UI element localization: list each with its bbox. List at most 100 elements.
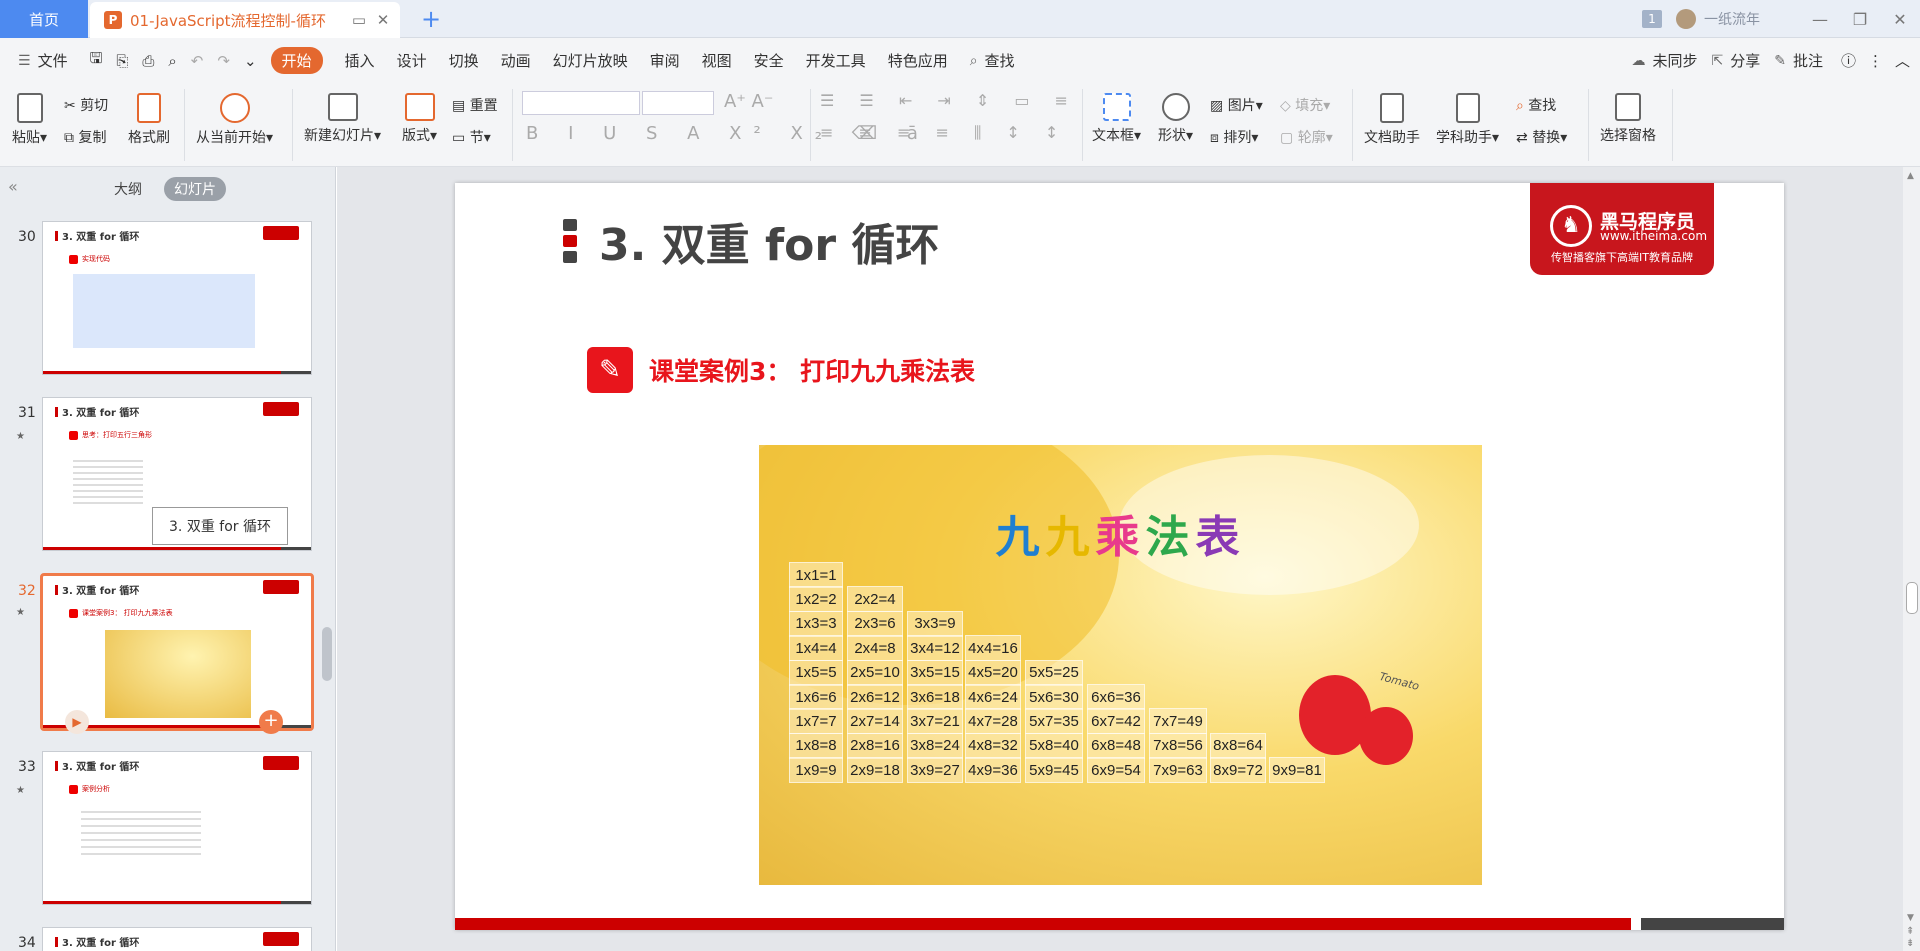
panel-tabs: « 大纲 幻灯片 [0, 177, 336, 201]
doc-assistant-button[interactable]: 文档助手 [1364, 93, 1420, 147]
collapse-ribbon-icon[interactable]: ︿ [1895, 50, 1910, 71]
tab-start[interactable]: 开始 [270, 47, 323, 74]
format-painter-button[interactable]: 格式刷 [128, 93, 170, 147]
font-family-select[interactable] [522, 91, 640, 115]
help-icon[interactable]: ⓘ [1841, 50, 1856, 71]
slide-thumbnail-current[interactable]: 3. 双重 for 循环 课堂案例3： 打印九九乘法表 ▶ + [40, 573, 314, 734]
textbox-button[interactable]: 文本框▾ [1092, 93, 1141, 145]
scroll-down-icon[interactable]: ▼ [1907, 913, 1914, 923]
thumb-subtitle: 课堂案例3： 打印九九乘法表 [69, 608, 173, 618]
tab-slideshow[interactable]: 幻灯片放映 [553, 50, 628, 71]
tab-features[interactable]: 特色应用 [888, 50, 948, 71]
redo-icon[interactable]: ↷ [217, 52, 230, 70]
next-slide-icon[interactable]: ⇟ [1906, 938, 1914, 949]
textbox-icon [1102, 93, 1131, 121]
case-heading[interactable]: ✎ 课堂案例3： 打印九九乘法表 [587, 347, 975, 393]
replace-button[interactable]: ⇄ 替换▾ [1516, 127, 1567, 147]
outline-button[interactable]: ▢ 轮廓▾ [1280, 127, 1333, 147]
table-cell: 6x7=42 [1087, 708, 1145, 735]
search-icon: ⌕ [969, 52, 978, 69]
brand-logo[interactable]: ♞ 黑马程序员 www.itheima.com 传智播客旗下高端IT教育品牌 [1530, 183, 1714, 275]
window-count-badge[interactable]: 1 [1642, 10, 1662, 28]
tab-outline[interactable]: 大纲 [104, 177, 152, 201]
multiplication-table-image[interactable]: 九九乘法表 1x1=1 1x2=2 2x2=4 1x3=3 2x3=6 3x3=9 1x4=… [759, 445, 1482, 885]
outline-label: 轮廓 [1297, 130, 1326, 146]
add-slide-icon[interactable]: + [259, 710, 283, 734]
tab-home[interactable]: 首页 [0, 0, 88, 38]
table-cell: 1x7=7 [789, 708, 843, 735]
fill-label: 填充 [1295, 98, 1324, 114]
minimize-icon[interactable]: — [1800, 0, 1840, 38]
ribbon-separator [1672, 89, 1673, 161]
avatar[interactable] [1676, 9, 1696, 29]
copy-icon: ⧉ [64, 130, 79, 146]
tab-developer[interactable]: 开发工具 [806, 50, 866, 71]
slide-footer-dark-bar [1641, 918, 1784, 930]
slide[interactable]: 3. 双重 for 循环 ♞ 黑马程序员 www.itheima.com 传智播… [455, 183, 1784, 930]
restore-icon[interactable]: ❐ [1840, 0, 1880, 38]
print-icon[interactable]: ⎙ [142, 52, 154, 70]
comment-button[interactable]: ✎ 批注 [1774, 50, 1823, 71]
new-slide-button[interactable]: 新建幻灯片▾ [304, 93, 381, 145]
tab-design[interactable]: 设计 [397, 50, 427, 71]
picture-button[interactable]: ▨ 图片▾ [1210, 95, 1263, 115]
section-button[interactable]: ▭ 节▾ [452, 127, 491, 147]
list-icons[interactable]: ☰ ☰ ⇤ ⇥ ⇕ ▭ ≡ [820, 91, 1078, 110]
tab-review[interactable]: 审阅 [650, 50, 680, 71]
more-icon[interactable]: ⋮ [1868, 52, 1883, 70]
collapse-panel-icon[interactable]: « [8, 177, 18, 196]
search-menu[interactable]: ⌕ 查找 [970, 50, 1015, 71]
tomato-label: Tomato [1378, 669, 1421, 694]
undo-icon[interactable]: ↶ [191, 52, 204, 70]
tab-view[interactable]: 视图 [702, 50, 732, 71]
slide-thumbnail[interactable]: 3. 双重 for 循环 实现代码 [42, 221, 312, 375]
tab-insert[interactable]: 插入 [345, 50, 375, 71]
slide-thumbnail[interactable]: 3. 双重 for 循环 [42, 927, 312, 951]
slide-thumbnail[interactable]: 3. 双重 for 循环 案例分析 [42, 751, 312, 905]
cut-button[interactable]: ✂ 剪切 [64, 95, 108, 115]
panel-scrollbar[interactable] [322, 627, 332, 681]
close-tab-icon[interactable]: ✕ [374, 11, 392, 29]
canvas-scroll-thumb[interactable] [1906, 582, 1918, 614]
share-button[interactable]: ⇱ 分享 [1711, 50, 1760, 71]
align-icons[interactable]: ≡ ≡ ≡ ≡ ⫼ ↕ ↕ [820, 123, 1068, 143]
quick-access-dropdown-icon[interactable]: ⌄ [244, 52, 257, 70]
export-icon[interactable]: ⎘ [116, 52, 128, 70]
play-slide-icon[interactable]: ▶ [65, 710, 89, 734]
user-name[interactable]: 一纸流年 [1704, 9, 1760, 29]
selection-pane-button[interactable]: 选择窗格 [1600, 93, 1656, 145]
tab-transition[interactable]: 切换 [449, 50, 479, 71]
table-cell: 5x8=40 [1025, 732, 1083, 759]
logo-url: www.itheima.com [1600, 229, 1708, 243]
subject-assistant-button[interactable]: 学科助手▾ [1436, 93, 1499, 147]
tab-document[interactable]: P 01-JavaScript流程控制-循环 ▭ ✕ [90, 2, 400, 38]
tab-slides[interactable]: 幻灯片 [164, 177, 226, 201]
thumb-subtitle: 实现代码 [69, 254, 110, 264]
reset-button[interactable]: ▤ 重置 [452, 95, 498, 115]
save-icon[interactable]: 🖫 [90, 48, 103, 73]
copy-button[interactable]: ⧉ 复制 [64, 127, 106, 147]
shape-button[interactable]: 形状▾ [1158, 93, 1193, 145]
new-tab-button[interactable]: + [418, 6, 444, 32]
file-menu[interactable]: ☰ 文件 [18, 50, 68, 71]
tab-animation[interactable]: 动画 [501, 50, 531, 71]
slide-title[interactable]: 3. 双重 for 循环 [563, 209, 939, 273]
layout-button[interactable]: 版式▾ [402, 93, 437, 145]
find-label: 查找 [1528, 98, 1557, 114]
pin-icon[interactable]: ▭ [350, 11, 368, 29]
find-button[interactable]: ⌕ 查找 [1516, 95, 1556, 115]
font-size-select[interactable] [642, 91, 714, 115]
preview-icon[interactable]: ⌕ [168, 52, 176, 70]
increase-font-icon[interactable]: A⁺ A⁻ [724, 91, 773, 112]
scroll-up-icon[interactable]: ▲ [1907, 171, 1914, 181]
fill-button[interactable]: ◇ 填充▾ [1280, 95, 1330, 115]
sync-status[interactable]: ☁ 未同步 [1631, 50, 1697, 71]
prev-slide-icon[interactable]: ⇞ [1906, 926, 1914, 937]
paste-button[interactable]: 粘贴▾ [12, 93, 47, 147]
ribbon-separator [1588, 89, 1589, 161]
close-window-icon[interactable]: ✕ [1880, 0, 1920, 38]
play-from-current-button[interactable]: 从当前开始▾ [196, 93, 273, 147]
canvas-scrollbar[interactable]: ▲ ▼ ⇞ ⇟ [1903, 167, 1920, 951]
arrange-button[interactable]: ⧈ 排列▾ [1210, 127, 1258, 147]
tab-security[interactable]: 安全 [754, 50, 784, 71]
